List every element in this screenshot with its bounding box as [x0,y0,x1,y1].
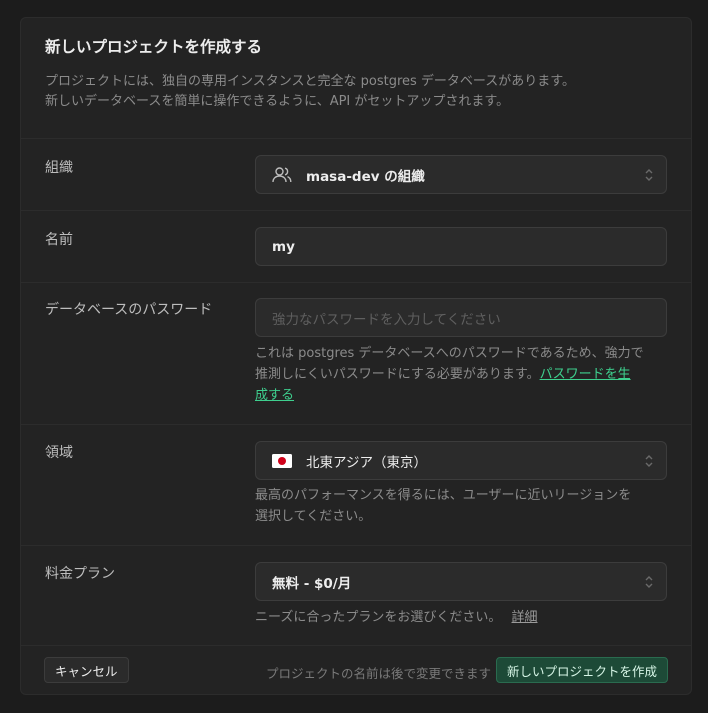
region-value: 北東アジア（東京） [306,454,427,471]
dialog-header: 新しいプロジェクトを作成する プロジェクトには、独自の専用インスタンスと完全な … [21,18,691,139]
password-help-line-1: これは postgres データベースへのパスワードであるため、強力で [255,346,644,361]
plan-help: ニーズに合ったプランをお選びください。 詳細 [255,607,669,628]
password-help-line-2-wrap: 推測しにくいパスワードにする必要があります。パスワードを生 [255,364,669,385]
chevron-up-down-icon [645,455,653,467]
region-help-line-1: 最高のパフォーマンスを得るには、ユーザーに近いリージョンを [255,488,632,503]
name-row: 名前 my [21,211,691,283]
organization-select[interactable]: masa-dev の組織 [255,155,667,194]
generate-password-link-cont[interactable]: 成する [255,388,294,403]
generate-password-link[interactable]: パスワードを生 [540,367,631,382]
region-row: 領域 北東アジア（東京） 最高のパフォーマンスを得るには、ユーザーに近いリージョ… [21,425,691,546]
japan-flag-icon [272,453,292,468]
chevron-up-down-icon [645,169,653,181]
plan-value: 無料 - $0/月 [272,575,352,592]
create-project-dialog: 新しいプロジェクトを作成する プロジェクトには、独自の専用インスタンスと完全な … [20,17,692,695]
name-value: my [272,238,295,255]
organization-row: 組織 masa-dev の組織 [21,139,691,211]
dialog-footer: キャンセル プロジェクトの名前は後で変更できます 新しいプロジェクトを作成 [21,646,691,694]
description-line-2: 新しいデータベースを簡単に操作できるように、API がセットアップされます。 [45,94,510,109]
organization-value: masa-dev の組織 [306,168,425,185]
password-label: データベースのパスワード [45,302,213,318]
plan-select[interactable]: 無料 - $0/月 [255,562,667,601]
password-placeholder: 強力なパスワードを入力してください [272,311,501,328]
password-input[interactable]: 強力なパスワードを入力してください [255,298,667,337]
password-help-line-2: 推測しにくいパスワードにする必要があります。 [255,367,540,382]
password-help-line-3-wrap: 成する [255,385,669,406]
chevron-up-down-icon [645,576,653,588]
region-help-line-2: 選択してください。 [255,509,372,524]
users-icon [272,166,292,184]
cancel-button[interactable]: キャンセル [44,657,129,683]
plan-row: 料金プラン 無料 - $0/月 ニーズに合ったプランをお選びください。 詳細 [21,546,691,646]
dialog-title: 新しいプロジェクトを作成する [45,38,263,56]
region-select[interactable]: 北東アジア（東京） [255,441,667,480]
description-line-1: プロジェクトには、独自の専用インスタンスと完全な postgres データベース… [45,74,575,89]
name-input[interactable]: my [255,227,667,266]
create-project-button[interactable]: 新しいプロジェクトを作成 [495,657,668,683]
plan-help-text: ニーズに合ったプランをお選びください。 [255,610,502,625]
password-help: これは postgres データベースへのパスワードであるため、強力で 推測しに… [255,343,669,406]
organization-label: 組織 [45,160,73,176]
dialog-description: プロジェクトには、独自の専用インスタンスと完全な postgres データベース… [45,72,667,112]
plan-details-link[interactable]: 詳細 [512,610,538,625]
footer-note: プロジェクトの名前は後で変更できます [265,666,491,681]
password-row: データベースのパスワード 強力なパスワードを入力してください これは postg… [21,283,691,425]
region-label: 領域 [45,445,73,461]
plan-label: 料金プラン [45,566,115,582]
region-help: 最高のパフォーマンスを得るには、ユーザーに近いリージョンを 選択してください。 [255,485,669,527]
name-label: 名前 [45,232,73,248]
